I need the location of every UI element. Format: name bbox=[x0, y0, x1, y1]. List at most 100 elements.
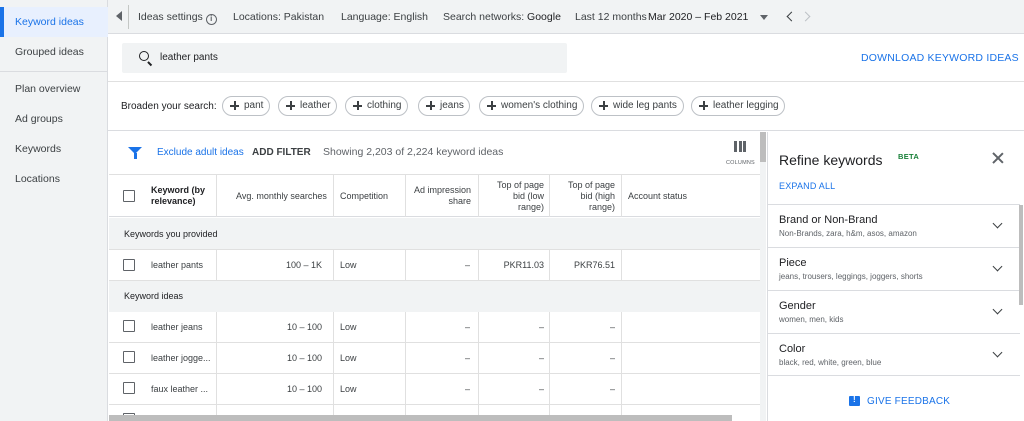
nav-keywords[interactable]: Keywords bbox=[0, 134, 108, 164]
networks-label: Search networks: bbox=[443, 11, 525, 23]
header-avg-monthly-searches[interactable]: Avg. monthly searches bbox=[236, 191, 327, 202]
refine-title: Refine keywords bbox=[779, 152, 883, 168]
cell-competition: Low bbox=[340, 260, 357, 270]
nav-ad-groups[interactable]: Ad groups bbox=[0, 104, 108, 134]
refine-item-piece[interactable]: Piece jeans, trousers, leggings, joggers… bbox=[768, 247, 1020, 290]
cell-competition: Low bbox=[340, 322, 357, 332]
table-row[interactable] bbox=[109, 312, 760, 343]
beta-badge: BETA bbox=[898, 152, 920, 161]
settings-bar-content: Ideas settings i Locations: Pakistan Lang… bbox=[108, 0, 1024, 34]
header-ad-impression-share[interactable]: Ad impression share bbox=[413, 185, 471, 207]
chevron-down-icon[interactable] bbox=[992, 218, 1003, 229]
close-icon[interactable] bbox=[992, 152, 1004, 164]
refine-item-subtitle: jeans, trousers, leggings, joggers, shor… bbox=[779, 272, 923, 281]
cell-competition: Low bbox=[340, 384, 357, 394]
nav-locations[interactable]: Locations bbox=[0, 164, 108, 194]
search-icon bbox=[139, 51, 149, 61]
chevron-down-icon[interactable] bbox=[992, 261, 1003, 272]
broaden-chip[interactable]: jeans bbox=[418, 96, 471, 116]
cell-bid-low: – bbox=[538, 353, 544, 363]
info-icon[interactable]: i bbox=[205, 14, 217, 25]
period-label: Last 12 months bbox=[575, 11, 647, 23]
refine-item-title: Piece bbox=[779, 257, 807, 269]
refine-item-color[interactable]: Color black, red, white, green, blue bbox=[768, 333, 1020, 376]
broaden-label: Broaden your search: bbox=[121, 101, 217, 112]
networks-setting[interactable]: Search networks: Google bbox=[443, 0, 561, 34]
cell-competition: Low bbox=[340, 353, 357, 363]
networks-value: Google bbox=[527, 11, 561, 23]
chip-label: leather legging bbox=[713, 100, 779, 111]
header-bid-high[interactable]: Top of page bid (high range) bbox=[555, 180, 615, 213]
section-keyword-ideas bbox=[109, 281, 760, 313]
locations-setting[interactable]: Locations: Pakistan bbox=[233, 0, 324, 34]
nav-divider bbox=[0, 71, 108, 72]
refine-panel-scrollbar[interactable] bbox=[1019, 205, 1023, 305]
add-filter-button[interactable]: ADD FILTER bbox=[252, 147, 311, 158]
header-account-status[interactable]: Account status bbox=[628, 191, 687, 202]
broaden-chip[interactable]: clothing bbox=[345, 96, 409, 116]
horizontal-scrollbar[interactable] bbox=[109, 415, 732, 421]
header-bid-low[interactable]: Top of page bid (low range) bbox=[484, 180, 544, 213]
date-range-value: Mar 2020 – Feb 2021 bbox=[648, 11, 749, 23]
section-label: Keyword ideas bbox=[124, 291, 184, 301]
chevron-down-icon[interactable] bbox=[992, 304, 1003, 315]
nav-plan-overview[interactable]: Plan overview bbox=[0, 74, 108, 104]
language-setting[interactable]: Language: English bbox=[341, 0, 428, 34]
broaden-chip[interactable]: pant bbox=[222, 96, 271, 116]
cell-bid-low: – bbox=[538, 384, 544, 394]
refine-item-title: Brand or Non-Brand bbox=[779, 214, 878, 226]
plus-icon bbox=[699, 101, 708, 110]
expand-all-button[interactable]: EXPAND ALL bbox=[779, 181, 835, 191]
cell-bid-low: – bbox=[538, 322, 544, 332]
cell-bid-high: – bbox=[609, 322, 615, 332]
plus-icon bbox=[353, 101, 362, 110]
broaden-chip[interactable]: leather legging bbox=[691, 96, 786, 116]
header-competition[interactable]: Competition bbox=[340, 191, 388, 202]
chip-label: clothing bbox=[367, 100, 402, 111]
refine-item-subtitle: black, red, white, green, blue bbox=[779, 358, 882, 367]
ideas-settings[interactable]: Ideas settings i bbox=[138, 0, 217, 34]
vertical-scrollbar-thumb[interactable] bbox=[760, 132, 766, 162]
left-nav: Keyword ideas Grouped ideas Plan overvie… bbox=[0, 0, 108, 421]
columns-label[interactable]: COLUMNS bbox=[726, 160, 755, 166]
nav-keyword-ideas[interactable]: Keyword ideas bbox=[0, 7, 108, 37]
cell-keyword: leather pants bbox=[151, 260, 204, 270]
date-range[interactable]: Mar 2020 – Feb 2021 bbox=[648, 0, 748, 34]
plus-icon bbox=[230, 101, 239, 110]
feedback-icon[interactable] bbox=[849, 395, 860, 406]
keyword-planner: Keyword ideas Grouped ideas Plan overvie… bbox=[0, 0, 1024, 421]
refine-item-brand[interactable]: Brand or Non-Brand Non-Brands, zara, h&m… bbox=[768, 204, 1020, 247]
broaden-chip[interactable]: women's clothing bbox=[479, 96, 584, 116]
refine-item-title: Color bbox=[779, 343, 806, 355]
ideas-settings-label: Ideas settings bbox=[138, 11, 203, 23]
search-value: leather pants bbox=[160, 52, 218, 63]
cell-bid-high: PKR76.51 bbox=[573, 260, 615, 270]
nav-grouped-ideas[interactable]: Grouped ideas bbox=[0, 37, 108, 67]
plus-icon bbox=[599, 101, 608, 110]
exclude-adult-ideas-link[interactable]: Exclude adult ideas bbox=[157, 147, 244, 158]
broaden-chip[interactable]: leather bbox=[278, 96, 338, 116]
select-all-checkbox[interactable] bbox=[123, 190, 135, 202]
cell-keyword: leather jeans bbox=[151, 322, 203, 332]
cell-bid-high: – bbox=[609, 353, 615, 363]
give-feedback-button[interactable]: GIVE FEEDBACK bbox=[867, 396, 950, 407]
cell-impression: – bbox=[464, 322, 470, 332]
filter-icon[interactable] bbox=[128, 147, 142, 159]
cell-searches: 10 – 100 bbox=[286, 353, 322, 363]
header-keyword[interactable]: Keyword (by relevance) bbox=[151, 185, 205, 207]
chevron-down-icon[interactable] bbox=[992, 347, 1003, 358]
refine-item-gender[interactable]: Gender women, men, kids bbox=[768, 290, 1020, 333]
broaden-chip[interactable]: wide leg pants bbox=[591, 96, 684, 116]
vertical-scrollbar[interactable] bbox=[760, 132, 766, 421]
chip-label: pant bbox=[244, 100, 264, 111]
chip-label: jeans bbox=[440, 100, 464, 111]
row-checkbox[interactable] bbox=[123, 351, 135, 363]
row-checkbox[interactable] bbox=[123, 320, 135, 332]
plus-icon bbox=[426, 101, 435, 110]
columns-icon[interactable] bbox=[734, 141, 746, 152]
row-checkbox[interactable] bbox=[123, 259, 135, 271]
row-checkbox[interactable] bbox=[123, 382, 135, 394]
date-range-dropdown-icon[interactable] bbox=[760, 15, 768, 20]
table-row[interactable] bbox=[109, 250, 760, 281]
download-keyword-ideas-button[interactable]: DOWNLOAD KEYWORD IDEAS bbox=[861, 52, 1019, 64]
